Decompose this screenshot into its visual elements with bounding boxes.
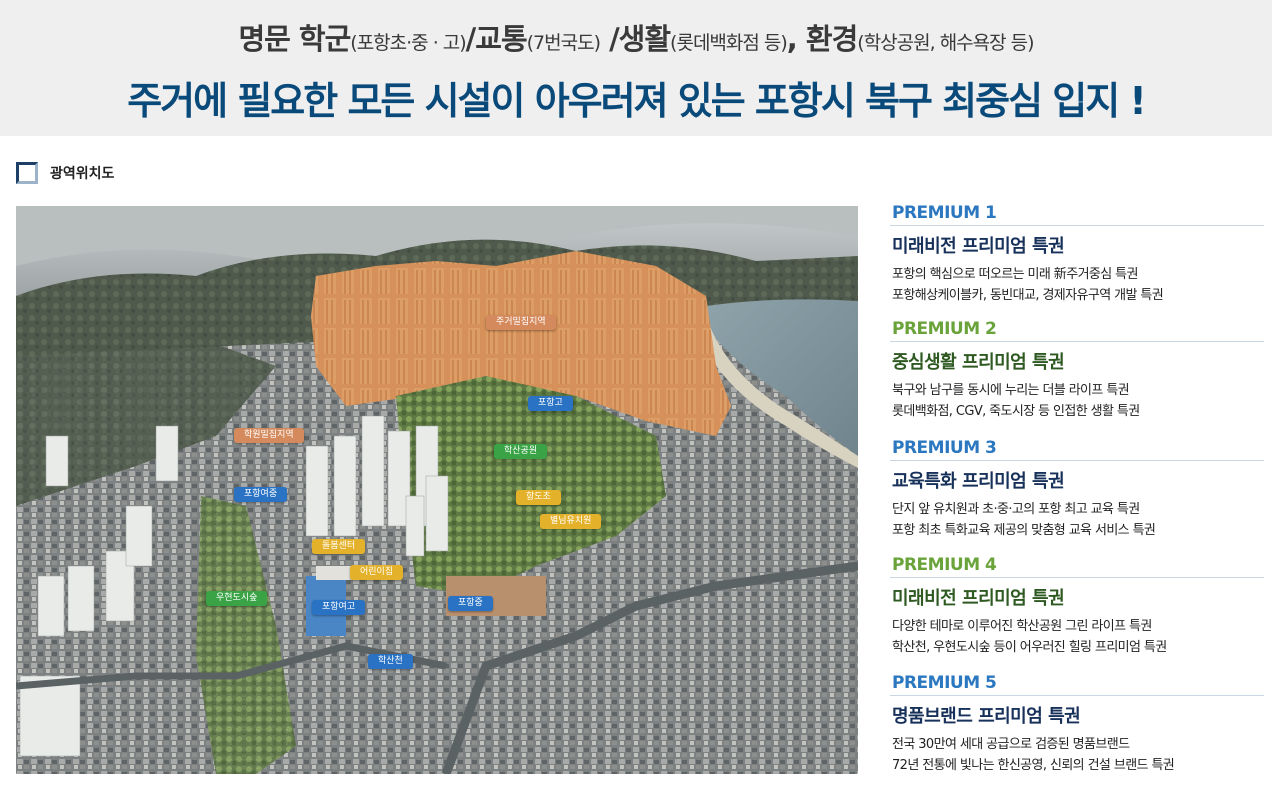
premium-label: PREMIUM 1 [888,204,1264,223]
premium-item: PREMIUM 4 미래비전 프리미엄 특권 다양한 테마로 이루어진 학산공원… [888,556,1264,658]
premium-description: 단지 앞 유치원과 초·중·고의 포항 최고 교육 특권 포항 최초 특화교육 … [888,499,1264,541]
headline-part: /생활 [599,22,671,56]
headline-highlights: 명문 학군(포항초·중 · 고)/교통(7번국도) /생활(롯데백화점 등), … [0,16,1272,58]
map-label-kindergarten: 별님유치원 [540,514,602,529]
premium-line: 북구와 남구를 동시에 누리는 더블 라이프 특권 [892,383,1130,398]
divider [890,460,1264,461]
square-bracket-icon [16,162,38,184]
premium-line: 전국 30만여 세대 공급으로 검증된 명품브랜드 [892,737,1130,752]
premium-line: 포항의 핵심으로 떠오르는 미래 新주거중심 특권 [892,267,1139,282]
headline-main: 주거에 필요한 모든 시설이 아우러져 있는 포항시 북구 최중심 입지 ! [127,79,1147,123]
premium-line: 72년 전통에 빛나는 한신공영, 신뢰의 건설 브랜드 특권 [892,758,1175,773]
map-label-pohang-high: 포항고 [528,396,573,411]
premium-line: 단지 앞 유치원과 초·중·고의 포항 최고 교육 특권 [892,502,1140,517]
headline-part: , 환경 [786,22,858,56]
map-label-pohang-girls-high: 포항여고 [312,600,366,615]
premium-label: PREMIUM 4 [888,556,1264,575]
map-label-hangdo-elem: 항도초 [516,490,561,505]
premium-title: 미래비전 프리미엄 특권 [892,588,1065,609]
map-label-daycare: 어린이집 [350,565,404,580]
headline-part: (포항초·중 · 고) [350,32,466,54]
premium-label: PREMIUM 2 [888,320,1264,339]
premium-line: 학산천, 우현도시숲 등이 어우러진 힐링 프리미엄 특권 [892,640,1167,655]
headline-part: /교통 [465,22,528,56]
map-label-pohang-middle: 포항중 [448,596,493,611]
premium-line: 다양한 테마로 이루어진 학산공원 그린 라이프 특권 [892,619,1152,634]
divider [890,341,1264,342]
premium-line: 포항 최초 특화교육 제공의 맞춤형 교육 서비스 특권 [892,523,1156,538]
premium-item: PREMIUM 3 교육특화 프리미엄 특권 단지 앞 유치원과 초·중·고의 … [888,439,1264,541]
premium-title: 중심생활 프리미엄 특권 [892,352,1065,373]
premium-title: 미래비전 프리미엄 특권 [892,236,1065,257]
aerial-photo [16,206,858,774]
map-label-uhyeondo-forest: 우현도시숲 [206,591,268,606]
premium-line: 포항해상케이블카, 동빈대교, 경제자유구역 개발 특권 [892,288,1164,303]
divider [890,577,1264,578]
headline-part: 명문 학군 [238,22,351,56]
map-label-haksancheon: 학산천 [368,654,413,669]
aerial-location-map: 주거밀집지역 학원밀집지역 포항고 학산공원 포항여중 항도초 별님유치원 돌봄… [16,206,858,774]
divider [890,695,1264,696]
premium-line: 롯데백화점, CGV, 죽도시장 등 인접한 생활 특권 [892,404,1140,419]
headline-banner: 명문 학군(포항초·중 · 고)/교통(7번국도) /생활(롯데백화점 등), … [0,0,1272,136]
map-label-community: 돌봄센터 [312,539,366,554]
premium-title: 명품브랜드 프리미엄 특권 [892,706,1081,727]
premium-item: PREMIUM 1 미래비전 프리미엄 특권 포항의 핵심으로 떠오르는 미래 … [888,204,1264,306]
premium-item: PREMIUM 2 중심생활 프리미엄 특권 북구와 남구를 동시에 누리는 더… [888,320,1264,422]
map-label-pohang-girls-middle: 포항여중 [234,487,288,502]
section-title: 광역위치도 [50,166,115,182]
premium-description: 전국 30만여 세대 공급으로 검증된 명품브랜드 72년 전통에 빛나는 한신… [888,734,1264,776]
headline-part: (7번국도) [526,32,601,54]
headline-part: (학상공원, 해수욕장 등) [857,32,1034,54]
premium-title: 교육특화 프리미엄 특권 [892,471,1065,492]
map-label-haksan-park: 학산공원 [494,444,548,459]
premium-label: PREMIUM 3 [888,439,1264,458]
premium-item: PREMIUM 5 명품브랜드 프리미엄 특권 전국 30만여 세대 공급으로 … [888,674,1264,776]
premium-description: 북구와 남구를 동시에 누리는 더블 라이프 특권 롯데백화점, CGV, 죽도… [888,380,1264,422]
premium-label: PREMIUM 5 [888,674,1264,693]
section-heading: 광역위치도 [16,158,114,188]
premium-description: 다양한 테마로 이루어진 학산공원 그린 라이프 특권 학산천, 우현도시숲 등… [888,616,1264,658]
headline-part: (롯데백화점 등) [670,32,788,54]
map-label-residential: 주거밀집지역 [486,315,556,330]
premium-description: 포항의 핵심으로 떠오르는 미래 新주거중심 특권 포항해상케이블카, 동빈대교… [888,264,1264,306]
divider [890,225,1264,226]
map-label-academy: 학원밀집지역 [234,428,304,443]
